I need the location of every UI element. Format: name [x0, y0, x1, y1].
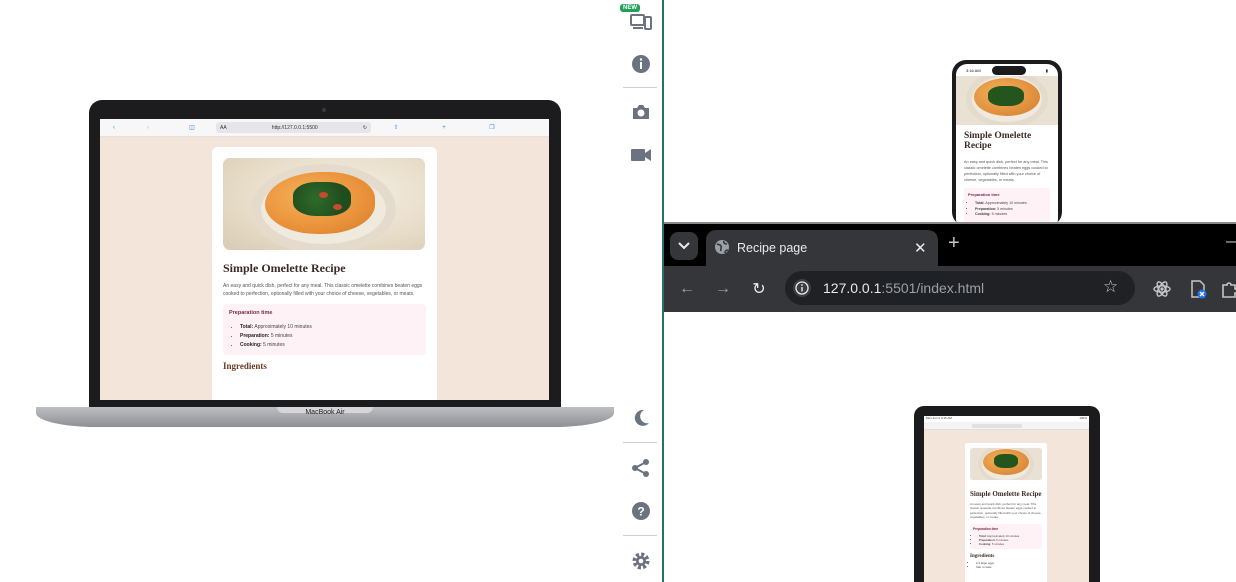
responsive-viewer: ‹ › ◫ AA http://127.0.0.1:5500 ↻ ⇧ + ❐ S… [0, 0, 1236, 582]
phone-preview: 3:16 AM ▮ Simple Omelette Recipe An easy… [952, 60, 1062, 226]
tab-strip: Recipe page ✕ + — [664, 224, 1236, 266]
extensions-puzzle-icon[interactable] [1220, 279, 1236, 299]
recipe-description: An easy and quick dish, perfect for any … [964, 160, 1048, 182]
new-tab-icon[interactable]: + [421, 125, 467, 131]
tablet-address-bar[interactable] [972, 424, 1022, 428]
tablet-safari-toolbar [924, 422, 1089, 430]
toolbar-divider [623, 442, 657, 443]
list-item: Preparation: 5 minutes [240, 332, 420, 341]
ingredients-heading: Ingredients [970, 553, 995, 559]
preparation-time-box: Preparation time Total: Approximately 10… [964, 188, 1050, 222]
forward-icon[interactable]: › [128, 125, 168, 131]
laptop-preview: ‹ › ◫ AA http://127.0.0.1:5500 ↻ ⇧ + ❐ S… [36, 100, 614, 432]
laptop-model-label: MacBook Air [305, 409, 345, 416]
recipe-title: Simple Omelette Recipe [964, 131, 1032, 151]
chrome-window: Recipe page ✕ + — ← → ↻ 127.0.0.1:5501/i… [664, 222, 1236, 312]
minimize-button[interactable]: — [1226, 233, 1236, 251]
settings-icon[interactable] [630, 550, 652, 572]
tablet-preview: Mon Jun 2 3:16 AM 100% Simple Omelette R… [914, 406, 1100, 582]
tab-search-button[interactable] [670, 232, 698, 260]
laptop-camera [322, 108, 326, 112]
prep-list: Total: Approximately 10 minutes Preparat… [229, 323, 420, 350]
laptop-lid: ‹ › ◫ AA http://127.0.0.1:5500 ↻ ⇧ + ❐ S… [89, 100, 561, 410]
recipe-description: An easy and quick dish, perfect for any … [970, 502, 1042, 520]
ingredients-heading: Ingredients [223, 361, 267, 371]
recipe-card: Simple Omelette Recipe An easy and quick… [212, 147, 437, 400]
omelette-image [970, 448, 1042, 480]
toolbar-divider [623, 535, 657, 536]
text-size-button[interactable]: AA [220, 125, 227, 131]
laptop-base: MacBook Air [36, 407, 614, 427]
prep-title: Preparation time [229, 310, 273, 316]
omelette-image [223, 158, 425, 250]
info-icon[interactable] [630, 53, 652, 75]
extension-file-icon[interactable] [1188, 279, 1208, 299]
back-icon[interactable]: ← [677, 279, 697, 299]
camera-icon[interactable] [630, 101, 652, 123]
preparation-time-box: Preparation time Total: Approximately 10… [223, 304, 426, 355]
bookmark-star-icon[interactable]: ☆ [1103, 277, 1118, 297]
tablet-battery: 100% [1079, 416, 1087, 420]
list-item: Cooking: 5 minutes [979, 542, 1039, 546]
list-item: Cooking: 5 minutes [240, 341, 420, 350]
prep-list: Total: Approximately 10 minutes Preparat… [973, 534, 1039, 546]
react-devtools-icon[interactable] [1152, 279, 1172, 299]
tablet-screen[interactable]: Mon Jun 2 3:16 AM 100% Simple Omelette R… [924, 416, 1089, 582]
toolbar-divider [623, 87, 657, 88]
battery-icon: ▮ [1045, 67, 1048, 73]
dark-mode-icon[interactable] [630, 407, 652, 429]
laptop-screen[interactable]: ‹ › ◫ AA http://127.0.0.1:5500 ↻ ⇧ + ❐ S… [100, 119, 549, 400]
svg-text:?: ? [637, 505, 644, 519]
list-item: Salt, to taste [976, 565, 1042, 569]
tab-recipe-page[interactable]: Recipe page ✕ [706, 230, 938, 266]
recipe-title: Simple Omelette Recipe [223, 261, 346, 275]
recipe-card: Simple Omelette Recipe An easy and quick… [965, 443, 1047, 582]
ingredients-list: 2-3 large eggs Salt, to taste [970, 561, 1042, 569]
tabs-overview-icon[interactable]: ❐ [467, 124, 517, 131]
phone-screen[interactable]: 3:16 AM ▮ Simple Omelette Recipe An easy… [956, 64, 1058, 226]
site-info-icon[interactable] [793, 279, 811, 297]
recipe-description: An easy and quick dish, perfect for any … [223, 283, 423, 297]
back-icon[interactable]: ‹ [100, 125, 128, 131]
prep-list: Total: Approximately 10 minutes Preparat… [968, 201, 1046, 218]
share-icon[interactable] [630, 457, 652, 479]
forward-icon[interactable]: → [713, 279, 733, 299]
viewer-toolbar: NEW ? [617, 0, 664, 582]
preparation-time-box: Preparation time Total: Approximately 10… [970, 523, 1042, 549]
new-tab-button[interactable]: + [948, 233, 960, 253]
globe-icon [715, 240, 729, 254]
prep-title: Preparation time [968, 192, 1000, 197]
list-item: Cooking: 5 minutes [975, 212, 1046, 218]
new-badge: NEW [620, 4, 640, 12]
phone-time: 3:16 AM [966, 67, 981, 73]
url-text[interactable]: 127.0.0.1:5501/index.html [823, 280, 984, 296]
recipe-title: Simple Omelette Recipe [970, 490, 1042, 498]
help-icon[interactable]: ? [630, 500, 652, 522]
safari-address-bar[interactable]: AA http://127.0.0.1:5500 ↻ [216, 122, 371, 133]
reload-icon[interactable]: ↻ [749, 279, 769, 299]
reload-icon[interactable]: ↻ [363, 125, 367, 131]
sidebar-icon[interactable]: ◫ [168, 124, 216, 131]
close-icon[interactable]: ✕ [914, 239, 927, 257]
share-icon[interactable]: ⇧ [371, 124, 421, 131]
devices-icon[interactable] [630, 10, 652, 32]
address-bar[interactable]: 127.0.0.1:5501/index.html ☆ [785, 271, 1135, 305]
prep-title: Preparation time [973, 526, 999, 531]
safari-url: http://127.0.0.1:5500 [271, 124, 318, 131]
omelette-image [956, 76, 1058, 125]
safari-toolbar: ‹ › ◫ AA http://127.0.0.1:5500 ↻ ⇧ + ❐ [100, 119, 549, 137]
chrome-toolbar: ← → ↻ 127.0.0.1:5501/index.html ☆ [664, 266, 1236, 312]
tablet-time: Mon Jun 2 3:16 AM [926, 416, 952, 420]
tab-title: Recipe page [737, 241, 808, 255]
video-icon[interactable] [630, 144, 652, 166]
list-item: Total: Approximately 10 minutes [240, 323, 420, 332]
